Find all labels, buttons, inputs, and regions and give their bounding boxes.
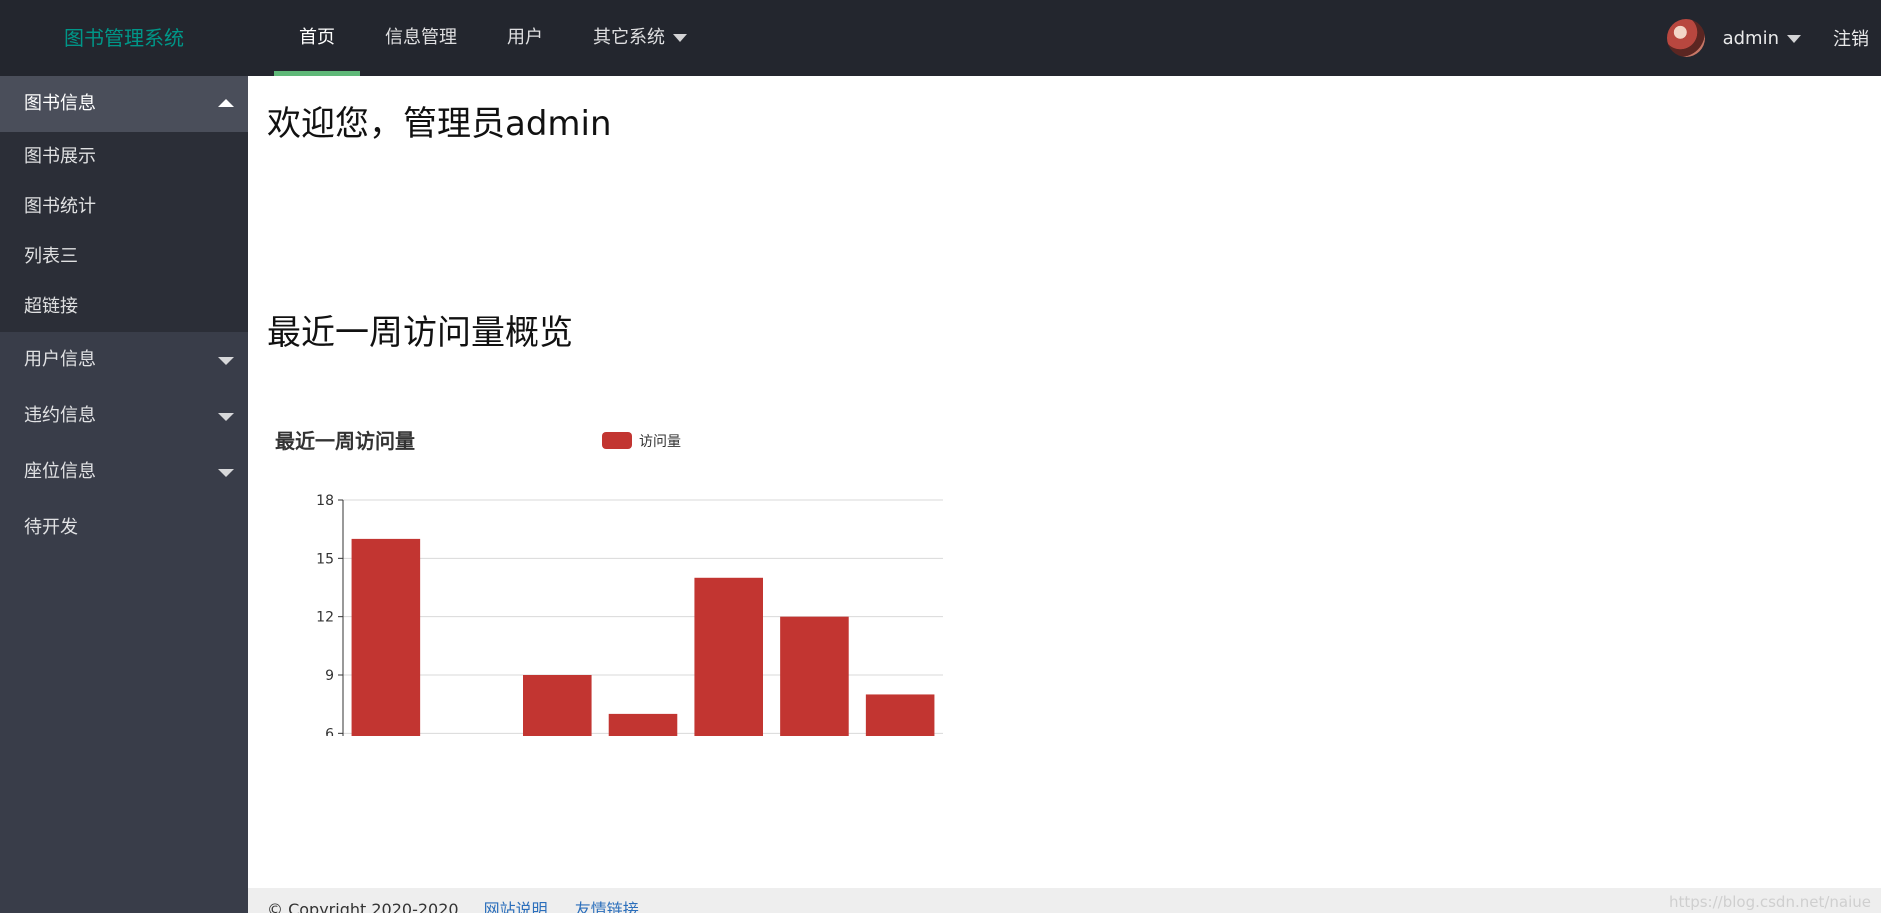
sidebar-group-label: 用户信息 bbox=[24, 349, 96, 370]
user-name: admin bbox=[1722, 27, 1779, 49]
top-nav: 首页 信息管理 用户 其它系统 bbox=[274, 0, 712, 76]
sidebar-group-pending[interactable]: 待开发 bbox=[0, 500, 248, 556]
nav-item-user[interactable]: 用户 bbox=[482, 0, 568, 76]
avatar[interactable] bbox=[1666, 19, 1705, 57]
bar bbox=[865, 694, 935, 736]
visits-bar-chart: 最近一周访问量访问量03691215182020-12-092020-12-11… bbox=[275, 429, 943, 736]
footer-link-site-info[interactable]: 网站说明 bbox=[484, 900, 548, 913]
top-header: 图书管理系统 首页 信息管理 用户 其它系统 admin 注销 bbox=[0, 0, 1881, 76]
chevron-down-icon bbox=[218, 413, 234, 421]
bar bbox=[780, 616, 849, 736]
chevron-down-icon bbox=[218, 357, 234, 365]
sidebar-group-label: 座位信息 bbox=[24, 461, 96, 482]
sidebar-item-hyperlink[interactable]: 超链接 bbox=[0, 282, 248, 332]
sidebar: 图书信息 图书展示 图书统计 列表三 超链接 用户信息 违约信息 座位信息 待开… bbox=[0, 76, 248, 913]
sidebar-group-violation-info[interactable]: 违约信息 bbox=[0, 388, 248, 444]
nav-other-label: 其它系统 bbox=[593, 27, 665, 48]
y-tick-label: 6 bbox=[325, 726, 334, 736]
sidebar-group-user-info[interactable]: 用户信息 bbox=[0, 332, 248, 388]
sidebar-item-book-stats[interactable]: 图书统计 bbox=[0, 182, 248, 232]
y-tick-label: 15 bbox=[316, 551, 334, 567]
nav-item-home[interactable]: 首页 bbox=[274, 0, 360, 76]
chevron-up-icon bbox=[218, 99, 234, 107]
y-tick-label: 18 bbox=[316, 493, 334, 509]
footer: © Copyright 2020-2020 网站说明 友情链接 bbox=[248, 888, 1881, 913]
welcome-heading: 欢迎您，管理员admin bbox=[267, 104, 612, 144]
chart-title: 最近一周访问量 bbox=[275, 429, 415, 453]
nav-item-info-management[interactable]: 信息管理 bbox=[360, 0, 482, 76]
sidebar-group-seat-info[interactable]: 座位信息 bbox=[0, 444, 248, 500]
app-logo-title[interactable]: 图书管理系统 bbox=[0, 0, 248, 76]
y-tick-label: 9 bbox=[325, 668, 334, 684]
main-content: 欢迎您，管理员admin 最近一周访问量概览 最近一周访问量访问量0369121… bbox=[248, 76, 1881, 889]
bar bbox=[608, 713, 678, 736]
y-tick-label: 12 bbox=[316, 610, 334, 626]
sidebar-item-book-display[interactable]: 图书展示 bbox=[0, 132, 248, 182]
legend-label: 访问量 bbox=[639, 434, 681, 450]
bar bbox=[523, 675, 592, 736]
logout-link[interactable]: 注销 bbox=[1833, 25, 1869, 51]
user-area: admin 注销 bbox=[1666, 0, 1881, 76]
bar bbox=[694, 577, 763, 736]
chevron-down-icon bbox=[218, 469, 234, 477]
legend-swatch bbox=[602, 432, 632, 449]
sidebar-group-label: 违约信息 bbox=[24, 405, 96, 426]
nav-home-label: 首页 bbox=[299, 27, 335, 48]
sidebar-group-book-info[interactable]: 图书信息 bbox=[0, 76, 248, 132]
sidebar-group-label: 图书信息 bbox=[24, 93, 96, 114]
sidebar-submenu-book-info: 图书展示 图书统计 列表三 超链接 bbox=[0, 132, 248, 332]
nav-item-other-systems[interactable]: 其它系统 bbox=[568, 0, 712, 76]
sidebar-group-label: 待开发 bbox=[24, 517, 78, 538]
footer-copyright: © Copyright 2020-2020 bbox=[267, 900, 459, 913]
footer-link-friend-links[interactable]: 友情链接 bbox=[575, 900, 639, 913]
chevron-down-icon bbox=[1787, 34, 1801, 43]
user-menu[interactable]: admin bbox=[1723, 28, 1801, 49]
chevron-down-icon bbox=[673, 34, 687, 42]
sidebar-item-list-three[interactable]: 列表三 bbox=[0, 232, 248, 282]
watermark-text: https://blog.csdn.net/naiue bbox=[1668, 893, 1871, 911]
nav-info-label: 信息管理 bbox=[385, 27, 457, 48]
nav-user-label: 用户 bbox=[507, 27, 543, 48]
bar bbox=[351, 538, 421, 736]
